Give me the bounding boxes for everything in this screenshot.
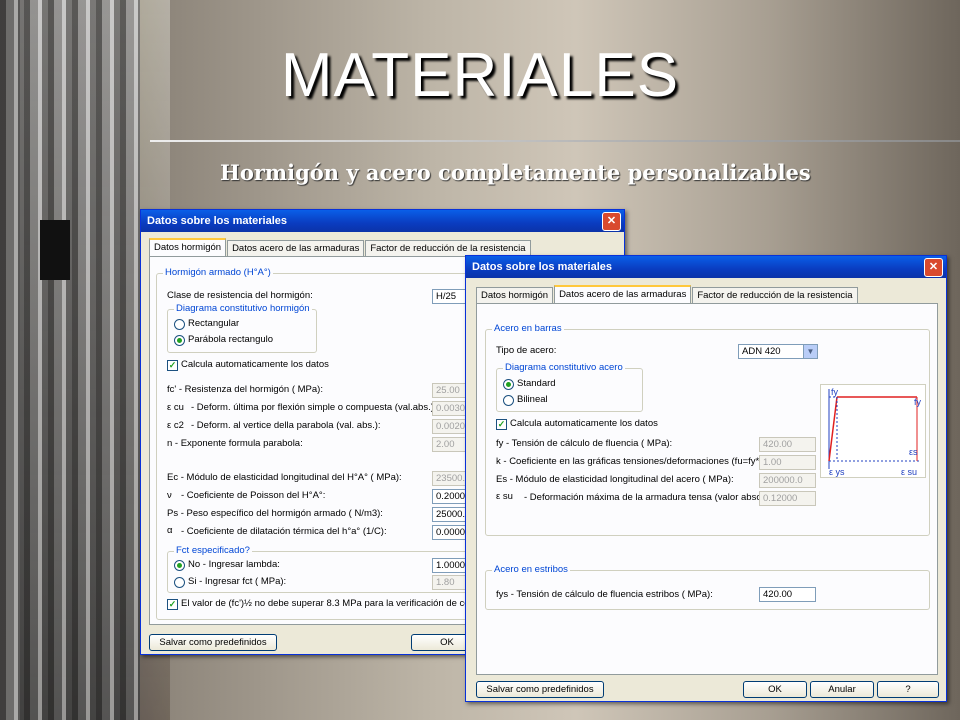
radio-parabola[interactable]: [174, 335, 185, 346]
dialog-titlebar[interactable]: Datos sobre los materiales ✕: [466, 256, 946, 278]
radio-label: Rectangular: [188, 318, 240, 329]
group-diagrama-acero: Diagrama constitutivo acero Standard Bil…: [496, 362, 643, 412]
diagram-es-label: εs: [909, 447, 918, 457]
tipo-acero-select[interactable]: ADN 420 ▼: [738, 344, 818, 359]
save-defaults-button[interactable]: Salvar como predefinidos: [149, 634, 277, 651]
nu-symbol: ν: [167, 490, 172, 501]
checkbox-calcula-auto[interactable]: ✓: [496, 419, 507, 430]
radio-bilineal[interactable]: [503, 395, 514, 406]
radio-label: Parábola rectangulo: [188, 334, 274, 345]
tab-panel: Acero en barras Tipo de acero: ADN 420 ▼…: [476, 303, 938, 675]
group-label: Acero en estribos: [492, 564, 570, 575]
group-label: Diagrama constitutivo hormigón: [174, 303, 312, 314]
radio-rectangular[interactable]: [174, 319, 185, 330]
checkbox-calcula-auto[interactable]: ✓: [167, 360, 178, 371]
close-icon[interactable]: ✕: [924, 258, 943, 277]
slide-title: MATERIALES: [280, 41, 680, 110]
fy-label: fy - Tensión de cálculo de fluencia ( MP…: [496, 438, 673, 449]
radio-si-fct[interactable]: [174, 577, 185, 588]
nu-label: - Coeficiente de Poisson del H°A°:: [181, 490, 326, 501]
save-defaults-button[interactable]: Salvar como predefinidos: [476, 681, 604, 698]
n-label: n - Exponente formula parabola:: [167, 438, 303, 449]
radio-label: Si - Ingresar fct ( MPa):: [188, 576, 287, 587]
tipo-acero-value: ADN 420: [742, 346, 781, 357]
ec2-label: - Deform. al vertice della parabola (val…: [191, 420, 381, 431]
group-acero-estribos: Acero en estribos fys - Tensión de cálcu…: [485, 564, 930, 610]
close-icon[interactable]: ✕: [602, 212, 621, 231]
diagram-elastic-line: [828, 396, 838, 462]
radio-no-lambda[interactable]: [174, 560, 185, 571]
ok-button[interactable]: OK: [743, 681, 807, 698]
group-label: Diagrama constitutivo acero: [503, 362, 625, 373]
diagram-svg: fy fy εs ε ys ε su: [828, 387, 922, 477]
esu-symbol: ε su: [496, 491, 513, 502]
esu-label: - Deformación máxima de la armadura tens…: [524, 492, 783, 503]
dialog-titlebar[interactable]: Datos sobre los materiales ✕: [141, 210, 624, 232]
radio-label: Bilineal: [517, 394, 548, 405]
checkbox-label: Calcula automaticamente los datos: [181, 359, 329, 370]
es-label: Es - Módulo de elasticidad longitudinal …: [496, 474, 734, 485]
es-field[interactable]: 200000.0: [759, 473, 816, 488]
dialog-title: Datos sobre los materiales: [147, 215, 288, 227]
ecu-label: - Deform. última por flexión simple o co…: [191, 402, 437, 413]
alpha-symbol: α: [167, 525, 173, 536]
group-acero-barras: Acero en barras Tipo de acero: ADN 420 ▼…: [485, 323, 930, 536]
group-label: Hormigón armado (H°A°): [163, 267, 273, 278]
chevron-down-icon[interactable]: ▼: [803, 345, 817, 358]
dialog-title: Datos sobre los materiales: [472, 261, 613, 273]
diagram-fy-left-label: fy: [831, 387, 839, 397]
fc-label: fc' - Resistenza del hormigón ( MPa):: [167, 384, 323, 395]
diagram-eys-label: ε ys: [829, 467, 845, 477]
group-label: Acero en barras: [492, 323, 564, 334]
diagram-fy-right-label: fy: [914, 397, 922, 407]
ec2-symbol: ε c2: [167, 420, 184, 431]
k-field[interactable]: 1.00: [759, 455, 816, 470]
fys-field[interactable]: 420.00: [759, 587, 816, 602]
fys-label: fys - Tensión de cálculo de fluencia est…: [496, 589, 713, 600]
clase-label: Clase de resistencia del hormigón:: [167, 290, 313, 301]
k-label: k - Coeficiente en las gráficas tensione…: [496, 456, 770, 467]
ecu-symbol: ε cu: [167, 402, 184, 413]
fy-field[interactable]: 420.00: [759, 437, 816, 452]
radio-label: No - Ingresar lambda:: [188, 559, 280, 570]
group-diagrama-hormigon: Diagrama constitutivo hormigón Rectangul…: [167, 303, 317, 353]
cancel-button[interactable]: Anular: [810, 681, 874, 698]
diagram-esu-label: ε su: [901, 467, 917, 477]
steel-stress-strain-diagram: fy fy εs ε ys ε su: [820, 384, 926, 478]
ps-label: Ps - Peso específico del hormigón armado…: [167, 508, 383, 519]
radio-standard[interactable]: [503, 379, 514, 390]
checkbox-label: El valor de (fc')½ no debe superar 8.3 M…: [181, 598, 499, 609]
background-window: [40, 220, 70, 280]
checkbox-label: Calcula automaticamente los datos: [510, 418, 658, 429]
alpha-label: - Coeficiente de dilatación térmica del …: [181, 526, 387, 537]
title-divider: [150, 140, 960, 142]
dialog-steel: Datos sobre los materiales ✕ Datos hormi…: [465, 255, 947, 702]
ec-label: Ec - Módulo de elasticidad longitudinal …: [167, 472, 402, 483]
group-label: Fct especificado?: [174, 545, 252, 556]
tipo-acero-label: Tipo de acero:: [496, 345, 557, 356]
esu-field[interactable]: 0.12000: [759, 491, 816, 506]
radio-label: Standard: [517, 378, 556, 389]
checkbox-limit[interactable]: ✓: [167, 599, 178, 610]
help-button[interactable]: ?: [877, 681, 939, 698]
slide-subtitle: Hormigón y acero completamente personali…: [220, 160, 811, 185]
